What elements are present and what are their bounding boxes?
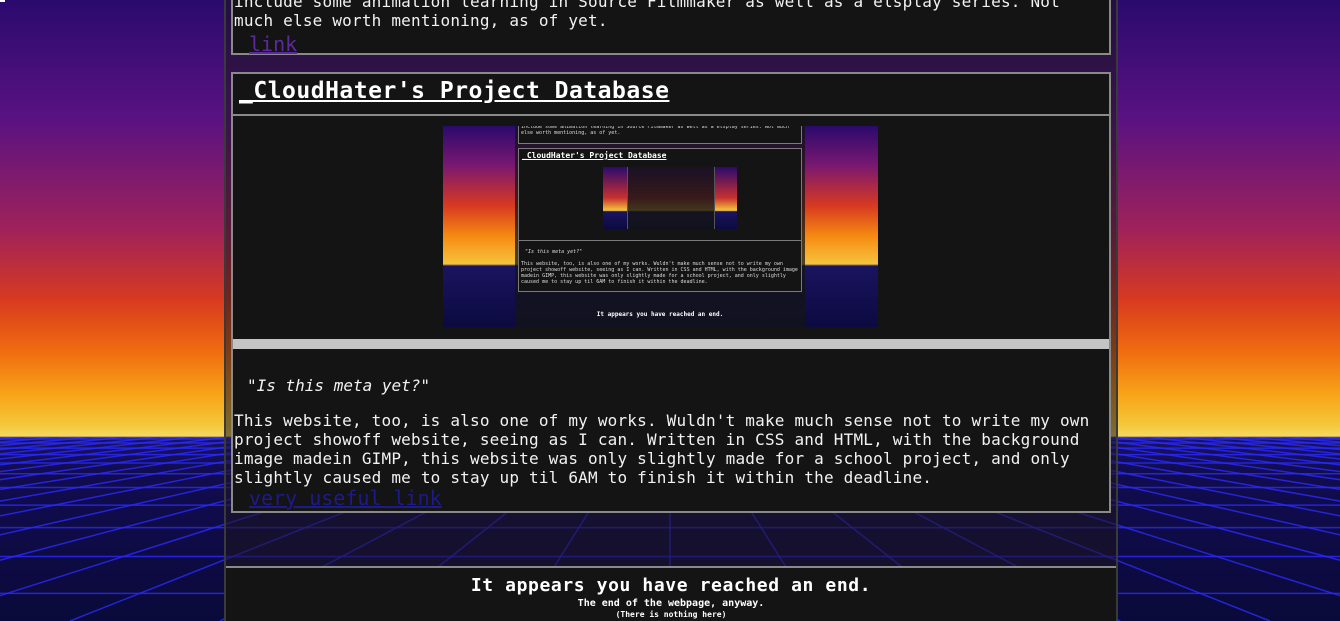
project-description: This website, too, is also one of my wor… bbox=[234, 411, 1090, 487]
project-title: _CloudHater's Project Database bbox=[239, 78, 670, 104]
page-footer: It appears you have reached an end. The … bbox=[226, 566, 1116, 621]
project-quote: "Is this meta yet?" bbox=[247, 376, 431, 395]
project-screenshot: include some animation learning in Sourc… bbox=[443, 126, 878, 327]
preview-title: _CloudHater's Project Database bbox=[522, 151, 667, 160]
project-title-bar: _CloudHater's Project Database bbox=[233, 74, 1109, 116]
preview-nested-screenshot bbox=[603, 167, 737, 229]
previous-project-description: include some animation learning in Sourc… bbox=[234, 0, 1060, 30]
footer-title: It appears you have reached an end. bbox=[470, 575, 872, 596]
footer-note: (There is nothing here) bbox=[615, 610, 727, 619]
preview-prev-text: include some animation learning in Sourc… bbox=[521, 126, 789, 136]
footer-subtitle: The end of the webpage, anyway. bbox=[577, 598, 765, 609]
page: { "prev_project": { "description": "incl… bbox=[0, 0, 1340, 621]
preview-description: This website, too, is also one of my wor… bbox=[521, 261, 798, 285]
preview-footer: It appears you have reached an end. bbox=[596, 311, 724, 318]
previous-project-link[interactable]: link bbox=[249, 32, 297, 56]
corner-mark bbox=[0, 0, 5, 2]
preview-nested-column bbox=[627, 167, 715, 229]
project-card: _CloudHater's Project Database include s… bbox=[231, 72, 1111, 513]
preview-text-card: "Is this meta yet?" This website, too, i… bbox=[518, 240, 802, 292]
project-link[interactable]: very useful link bbox=[249, 486, 442, 510]
preview-quote: "Is this meta yet?" bbox=[525, 249, 583, 255]
preview-area: include some animation learning in Sourc… bbox=[233, 116, 1109, 349]
preview-prev-card: include some animation learning in Sourc… bbox=[518, 126, 802, 144]
separator-bar bbox=[233, 339, 1109, 349]
previous-project-card: include some animation learning in Sourc… bbox=[231, 0, 1111, 56]
